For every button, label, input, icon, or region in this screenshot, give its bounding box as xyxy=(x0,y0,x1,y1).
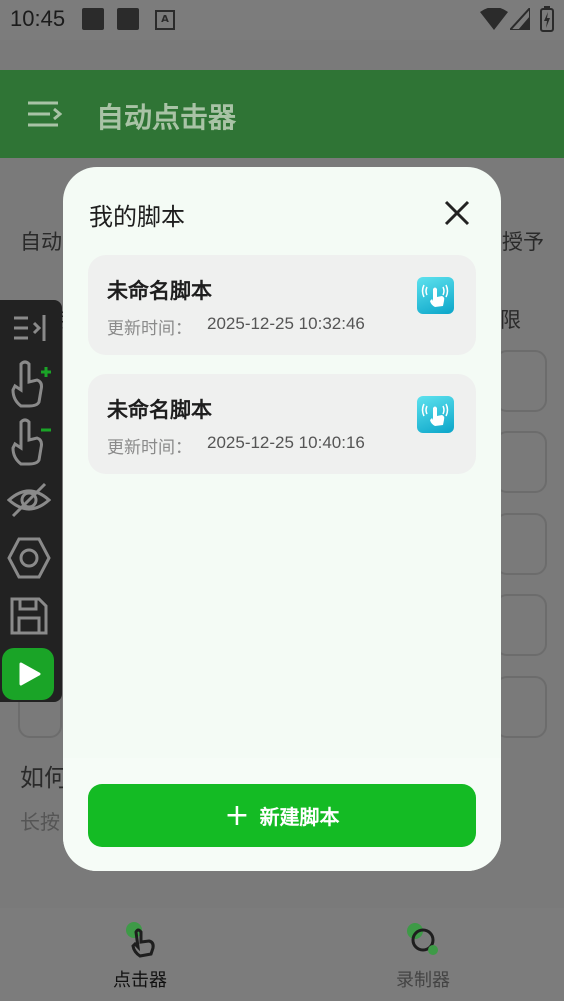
bg-text: 授予 xyxy=(502,230,544,254)
nav-label: 点击器 xyxy=(113,970,167,991)
nav-item-recorder[interactable]: 录制器 xyxy=(393,918,455,998)
run-script-icon[interactable] xyxy=(417,277,454,314)
close-icon[interactable] xyxy=(441,197,473,229)
play-button[interactable] xyxy=(2,648,54,700)
add-pointer-icon[interactable] xyxy=(0,356,58,412)
remove-pointer-icon[interactable] xyxy=(0,414,58,470)
bg-heading: 如何 xyxy=(20,764,68,792)
signal-icon xyxy=(510,8,530,30)
status-time: 10:45 xyxy=(10,6,66,31)
bg-input-box xyxy=(495,594,547,656)
bg-input-box xyxy=(495,513,547,575)
script-name: 未命名脚本 xyxy=(107,279,212,303)
app-bar xyxy=(0,70,564,158)
play-icon xyxy=(19,662,41,686)
dialog-title: 我的脚本 xyxy=(89,203,185,231)
script-card[interactable]: 未命名脚本 更新时间： 2025-12-25 10:40:16 xyxy=(88,374,476,474)
notification-icon xyxy=(117,8,139,30)
a-badge-icon: A xyxy=(155,10,175,30)
hide-icon[interactable] xyxy=(0,472,58,528)
my-scripts-dialog: 我的脚本 未命名脚本 更新时间： 2025-12-25 10:32:46 未命名… xyxy=(63,167,501,871)
plus-icon: + xyxy=(224,797,250,833)
bg-input-box xyxy=(495,676,547,738)
script-card[interactable]: 未命名脚本 更新时间： 2025-12-25 10:32:46 xyxy=(88,255,476,355)
script-time-label: 更新时间： xyxy=(107,438,192,458)
bottom-nav xyxy=(0,908,564,1001)
run-script-icon[interactable] xyxy=(417,396,454,433)
wifi-icon xyxy=(480,8,508,30)
nav-item-clicker[interactable]: 点击器 xyxy=(110,918,172,998)
settings-icon[interactable] xyxy=(0,530,58,586)
save-icon[interactable] xyxy=(0,588,58,644)
battery-icon xyxy=(540,6,554,32)
menu-icon[interactable] xyxy=(28,100,62,128)
record-icon xyxy=(407,923,438,955)
bg-input-box xyxy=(495,431,547,493)
script-time: 2025-12-25 10:40:16 xyxy=(207,433,365,452)
script-time-label: 更新时间： xyxy=(107,319,192,339)
script-name: 未命名脚本 xyxy=(107,398,212,422)
bg-text: 自动 xyxy=(20,230,62,254)
collapse-icon[interactable] xyxy=(0,300,58,356)
bg-text: 长按 xyxy=(20,810,60,834)
new-script-button[interactable]: + 新建脚本 xyxy=(88,784,476,847)
nav-label: 录制器 xyxy=(396,970,450,991)
script-time: 2025-12-25 10:32:46 xyxy=(207,314,365,333)
notification-icon xyxy=(82,8,104,30)
bg-input-box xyxy=(495,350,547,412)
tap-hand-icon xyxy=(126,922,155,958)
app-title: 自动点击器 xyxy=(96,102,237,133)
new-script-label: 新建脚本 xyxy=(259,805,340,829)
bg-text: 限 xyxy=(500,308,521,332)
